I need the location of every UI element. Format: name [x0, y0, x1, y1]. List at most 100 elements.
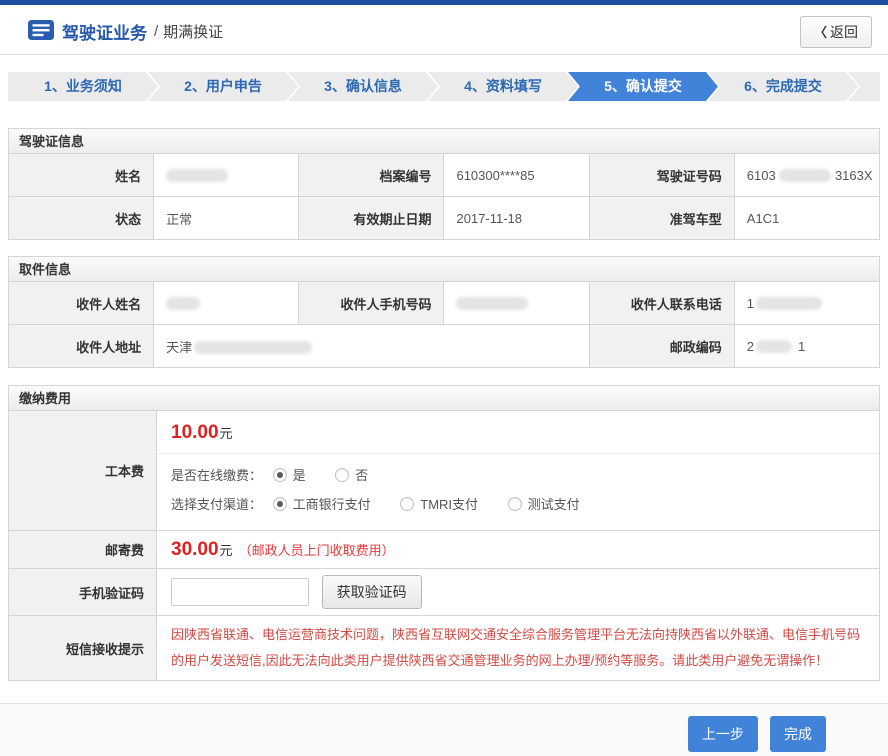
- table-row: 收件人地址 天津 邮政编码 21: [9, 325, 880, 368]
- radio-online-no[interactable]: 否: [335, 468, 368, 483]
- step-4-fill-data: 4、资料填写: [428, 72, 578, 101]
- back-chevron-icon: 〈: [814, 25, 827, 40]
- file-no-value: 610300****85: [444, 154, 589, 197]
- redacted-recipient-name: [166, 297, 200, 310]
- post-fee-note: （邮政人员上门收取费用）: [239, 543, 395, 558]
- redacted-recipient-mobile: [456, 297, 528, 310]
- fees-table: 工本费 10.00元 是否在线缴费： 是 否 选择支付渠道： 工商银行支付: [8, 410, 880, 681]
- license-business-icon: [28, 20, 62, 43]
- channel-icbc-label: 工商银行支付: [293, 497, 371, 512]
- table-row: 手机验证码 获取验证码: [9, 569, 880, 616]
- name-value: [154, 154, 299, 197]
- online-pay-row: 是否在线缴费： 是 否: [171, 461, 865, 490]
- radio-channel-tmri[interactable]: TMRI支付: [400, 497, 478, 512]
- redacted-address: [194, 341, 312, 354]
- vehicle-label: 准驾车型: [589, 197, 734, 240]
- radio-channel-test-control: [508, 497, 522, 511]
- status-label: 状态: [9, 197, 154, 240]
- postcode-prefix: 2: [747, 339, 754, 354]
- postcode-value: 21: [734, 325, 879, 368]
- radio-channel-tmri-control: [400, 497, 414, 511]
- step-wizard: 1、业务须知 2、用户申告 3、确认信息 4、资料填写 5、确认提交 6、完成提…: [8, 72, 880, 101]
- recipient-phone-prefix: 1: [747, 296, 754, 311]
- step-2-user-declaration: 2、用户申告: [148, 72, 298, 101]
- step-3-confirm-info: 3、确认信息: [288, 72, 438, 101]
- table-row: 姓名 档案编号 610300****85 驾驶证号码 6103 3163X: [9, 154, 880, 197]
- radio-channel-icbc-control: [273, 497, 287, 511]
- previous-step-button[interactable]: 上一步: [688, 716, 758, 752]
- pickup-info-section: 取件信息 收件人姓名 收件人手机号码 收件人联系电话 1 收件人地址 天津 邮政…: [8, 256, 880, 368]
- license-no-value: 6103 3163X: [734, 154, 879, 197]
- post-fee-label: 邮寄费: [9, 531, 157, 569]
- step-1-business-notice: 1、业务须知: [8, 72, 158, 101]
- page: 驾驶证业务 / 期满换证 〈返回 1、业务须知 2、用户申告 3、确认信息 4、…: [0, 0, 888, 756]
- online-no-label: 否: [355, 468, 368, 483]
- file-no-label: 档案编号: [299, 154, 444, 197]
- channel-tmri-label: TMRI支付: [420, 497, 478, 512]
- redacted-postcode: [756, 340, 792, 353]
- expiry-value: 2017-11-18: [444, 197, 589, 240]
- currency-unit: 元: [220, 426, 233, 441]
- license-no-prefix: 6103: [747, 168, 776, 183]
- footer-action-bar: 上一步 完成: [0, 703, 888, 756]
- table-row: 工本费 10.00元 是否在线缴费： 是 否 选择支付渠道： 工商银行支付: [9, 411, 880, 531]
- get-code-button[interactable]: 获取验证码: [322, 575, 422, 609]
- pay-options: 是否在线缴费： 是 否 选择支付渠道： 工商银行支付 TMRI支付 测试支付: [157, 454, 879, 530]
- online-yes-label: 是: [293, 468, 306, 483]
- radio-online-yes[interactable]: 是: [273, 468, 306, 483]
- work-fee-amount: 10.00元: [157, 411, 879, 454]
- channel-test-label: 测试支付: [528, 497, 580, 512]
- license-no-label: 驾驶证号码: [589, 154, 734, 197]
- sms-notice-cell: 因陕西省联通、电信运营商技术问题，陕西省互联网交通安全综合服务管理平台无法向持陕…: [157, 616, 880, 681]
- pay-channel-label: 选择支付渠道：: [171, 490, 269, 519]
- work-fee-cell: 10.00元 是否在线缴费： 是 否 选择支付渠道： 工商银行支付 TMRI支付: [157, 411, 880, 531]
- expiry-label: 有效期止日期: [299, 197, 444, 240]
- recipient-name-label: 收件人姓名: [9, 282, 154, 325]
- radio-channel-icbc[interactable]: 工商银行支付: [273, 497, 371, 512]
- redacted-name: [166, 169, 228, 182]
- pickup-section-title: 取件信息: [8, 256, 880, 282]
- license-no-suffix: 3163X: [835, 168, 873, 183]
- post-fee-cell: 30.00元 （邮政人员上门收取费用）: [157, 531, 880, 569]
- sms-code-input[interactable]: [171, 578, 309, 606]
- recipient-name-value: [154, 282, 299, 325]
- vehicle-value: A1C1: [734, 197, 879, 240]
- postcode-label: 邮政编码: [589, 325, 734, 368]
- post-fee-amount-value: 30.00: [171, 539, 219, 560]
- redacted-recipient-phone: [756, 297, 822, 310]
- pay-channel-row: 选择支付渠道： 工商银行支付 TMRI支付 测试支付: [171, 490, 865, 519]
- recipient-mobile-value: [444, 282, 589, 325]
- table-row: 收件人姓名 收件人手机号码 收件人联系电话 1: [9, 282, 880, 325]
- step-6-finish-submit: 6、完成提交: [708, 72, 858, 101]
- sms-notice-text: 因陕西省联通、电信运营商技术问题，陕西省互联网交通安全综合服务管理平台无法向持陕…: [171, 622, 865, 674]
- currency-unit: 元: [220, 543, 233, 558]
- radio-online-no-control: [335, 468, 349, 482]
- table-row: 状态 正常 有效期止日期 2017-11-18 准驾车型 A1C1: [9, 197, 880, 240]
- finish-button[interactable]: 完成: [770, 716, 826, 752]
- radio-online-yes-control: [273, 468, 287, 482]
- license-info-table: 姓名 档案编号 610300****85 驾驶证号码 6103 3163X 状态…: [8, 153, 880, 240]
- radio-channel-test[interactable]: 测试支付: [508, 497, 580, 512]
- breadcrumb-separator: /: [154, 23, 158, 40]
- sms-code-cell: 获取验证码: [157, 569, 880, 616]
- step-5-confirm-submit: 5、确认提交: [568, 72, 718, 101]
- address-value: 天津: [154, 325, 589, 368]
- fees-section-title: 缴纳费用: [8, 385, 880, 411]
- breadcrumb-current: 期满换证: [163, 21, 223, 42]
- license-section-title: 驾驶证信息: [8, 128, 880, 154]
- postcode-suffix: 1: [798, 339, 805, 354]
- name-label: 姓名: [9, 154, 154, 197]
- redacted-license-no: [779, 169, 831, 182]
- recipient-mobile-label: 收件人手机号码: [299, 282, 444, 325]
- header: 驾驶证业务 / 期满换证 〈返回: [0, 5, 888, 55]
- work-fee-label: 工本费: [9, 411, 157, 531]
- license-info-section: 驾驶证信息 姓名 档案编号 610300****85 驾驶证号码 6103 31…: [8, 128, 880, 240]
- sms-notice-label: 短信接收提示: [9, 616, 157, 681]
- pickup-info-table: 收件人姓名 收件人手机号码 收件人联系电话 1 收件人地址 天津 邮政编码 21: [8, 281, 880, 368]
- address-prefix: 天津: [166, 340, 192, 355]
- recipient-phone-label: 收件人联系电话: [589, 282, 734, 325]
- back-button[interactable]: 〈返回: [800, 16, 872, 48]
- online-pay-label: 是否在线缴费：: [171, 461, 269, 490]
- breadcrumb: 驾驶证业务 / 期满换证: [28, 19, 223, 44]
- back-button-label: 返回: [830, 24, 858, 40]
